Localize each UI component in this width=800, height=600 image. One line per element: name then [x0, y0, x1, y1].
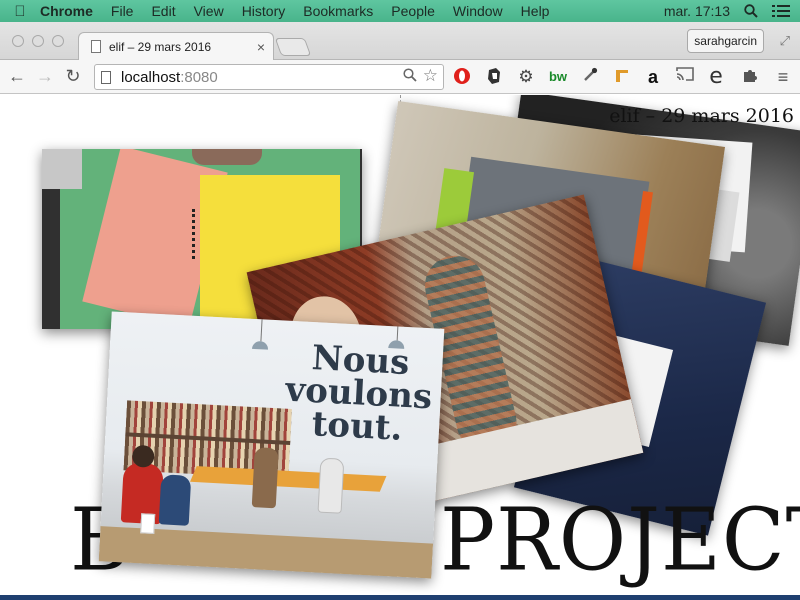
photo-library-workshop[interactable]: Nous voulons tout. [98, 311, 445, 579]
menu-file[interactable]: File [111, 3, 134, 19]
eyedropper-icon[interactable] [580, 67, 600, 87]
menu-edit[interactable]: Edit [151, 3, 175, 19]
menu-help[interactable]: Help [521, 3, 550, 19]
spotlight-search-icon[interactable] [744, 4, 758, 18]
forward-button[interactable]: → [35, 66, 55, 87]
window-minimize-button[interactable] [32, 35, 44, 47]
page-content: elif – 29 mars 2016 B Nous voulons tout. [0, 95, 800, 600]
page-heading: elif – 29 mars 2016 [609, 105, 794, 127]
tab-strip: elif – 29 mars 2016 × sarahgarcin ⤢ [0, 22, 800, 60]
apple-icon[interactable]:  [0, 3, 40, 20]
evernote-extension-icon[interactable] [484, 67, 504, 87]
page-icon [91, 40, 101, 53]
amazon-icon[interactable]: a [643, 67, 663, 87]
fullscreen-icon[interactable]: ⤢ [780, 33, 790, 49]
browser-toolbar: ← → ↻ localhost :8080 ☆ ⚙ bw a e ≡ [0, 60, 800, 94]
notification-center-icon[interactable] [772, 5, 790, 17]
menu-app-name[interactable]: Chrome [40, 3, 93, 19]
tab-close-icon[interactable]: × [257, 39, 265, 55]
page-icon [101, 70, 111, 84]
puzzle-extension-icon[interactable] [740, 67, 760, 87]
menu-window[interactable]: Window [453, 3, 503, 19]
macos-menubar:  Chrome File Edit View History Bookmark… [0, 0, 800, 22]
chrome-menu-icon[interactable]: ≡ [773, 67, 793, 87]
menu-people[interactable]: People [391, 3, 435, 19]
ruler-extension-icon[interactable] [612, 67, 632, 87]
url-host: localhost [121, 68, 181, 86]
address-bar[interactable]: localhost :8080 ☆ [94, 64, 444, 90]
profile-button[interactable]: sarahgarcin [687, 29, 764, 53]
settings-gear-icon[interactable]: ⚙ [516, 67, 536, 87]
reload-button[interactable]: ↻ [63, 66, 83, 87]
menubar-clock[interactable]: mar. 17:13 [664, 3, 730, 19]
menu-bookmarks[interactable]: Bookmarks [303, 3, 373, 19]
tab-title: elif – 29 mars 2016 [109, 39, 212, 54]
opera-extension-icon[interactable] [452, 67, 472, 87]
bookmark-star-icon[interactable]: ☆ [423, 66, 438, 86]
cast-icon[interactable] [675, 67, 695, 87]
browser-tab[interactable]: elif – 29 mars 2016 × [78, 32, 274, 60]
bottom-accent-bar [0, 595, 800, 600]
back-button[interactable]: ← [7, 66, 27, 87]
window-close-button[interactable] [12, 35, 24, 47]
zoom-icon[interactable] [403, 68, 417, 82]
window-zoom-button[interactable] [52, 35, 64, 47]
sign-text: Nous voulons tout. [281, 338, 436, 449]
bw-extension-icon[interactable]: bw [546, 67, 570, 87]
menu-history[interactable]: History [242, 3, 286, 19]
new-tab-button[interactable] [274, 38, 312, 56]
project-title-right: PROJECTS [440, 490, 800, 591]
url-port: :8080 [180, 68, 218, 86]
menu-view[interactable]: View [194, 3, 224, 19]
e-extension-icon[interactable]: e [706, 66, 726, 88]
